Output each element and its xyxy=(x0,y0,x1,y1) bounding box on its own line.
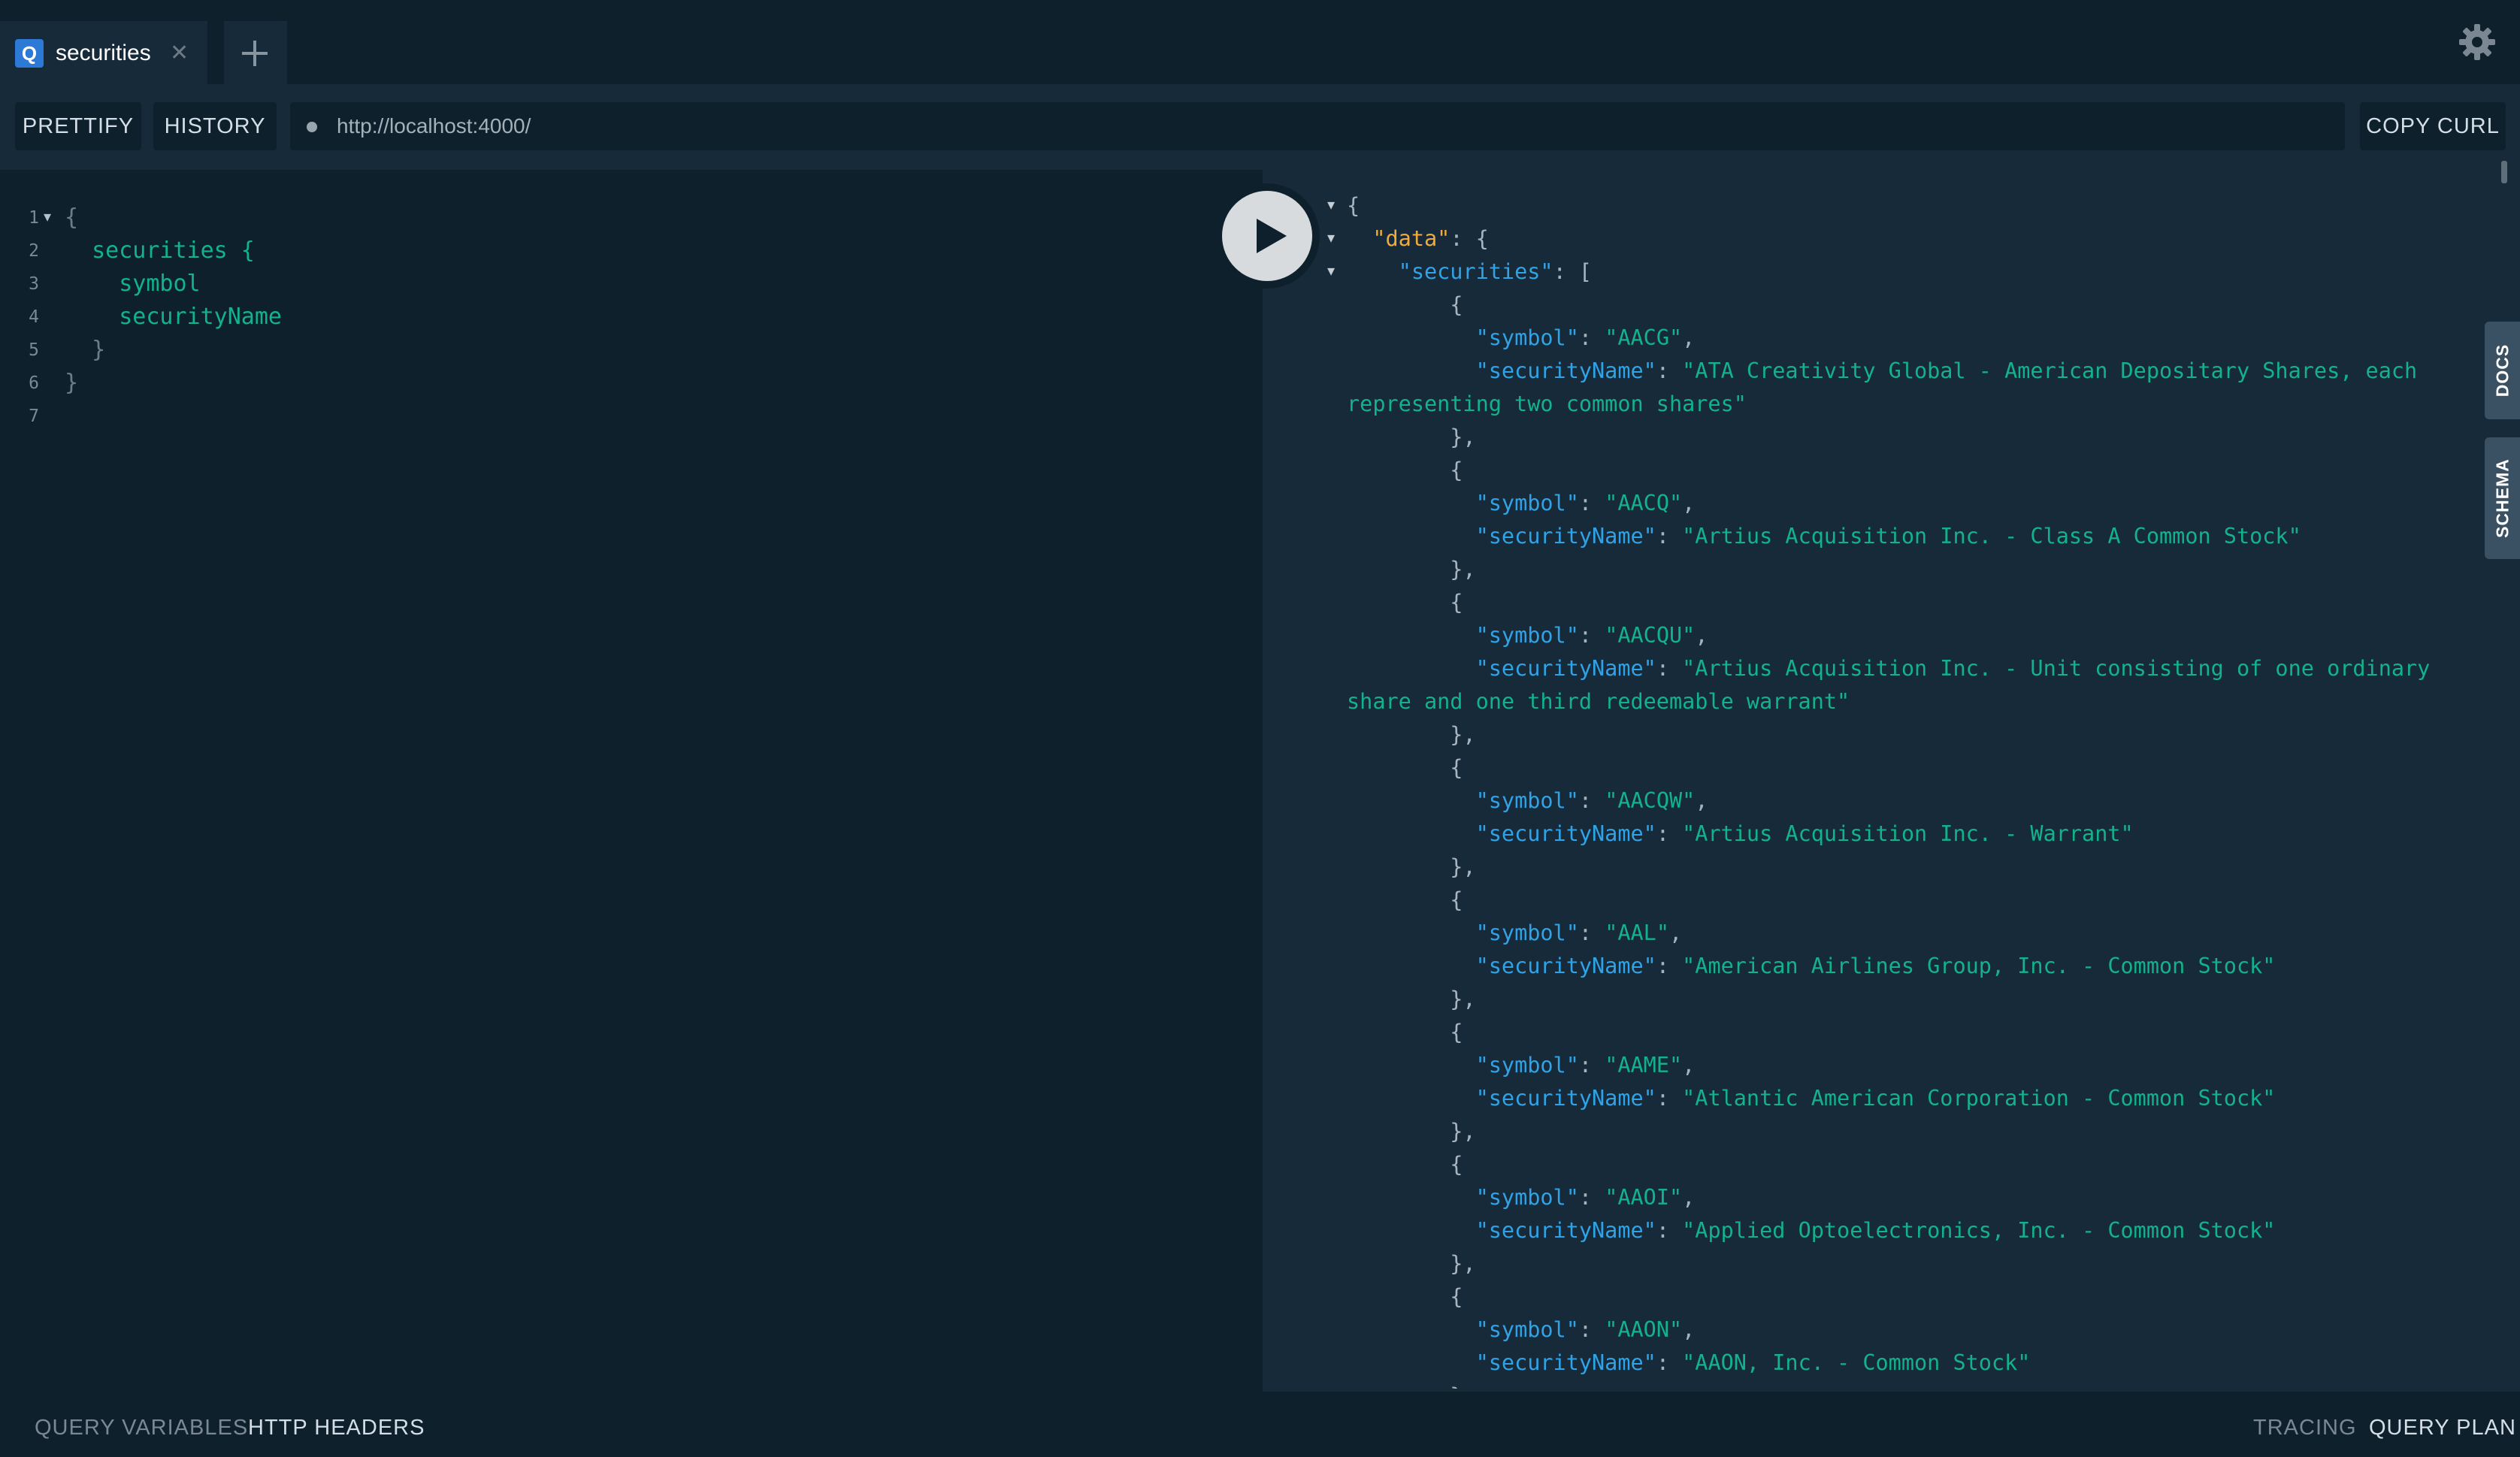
json-line: "securityName": "Artius Acquisition Inc.… xyxy=(1475,656,2431,681)
code-line[interactable]: { xyxy=(65,201,78,234)
json-line: "securityName": "Artius Acquisition Inc.… xyxy=(1475,524,2301,549)
query-variables-tab[interactable]: QUERY VARIABLES xyxy=(35,1413,248,1443)
json-line: "symbol": "AACG", xyxy=(1475,325,1696,350)
code-line[interactable]: securities { xyxy=(65,234,255,268)
security-name-value: "ATA Creativity Global - American Deposi… xyxy=(1682,358,2418,383)
security-name-value: "AAON, Inc. - Common Stock" xyxy=(1682,1350,2031,1375)
copy-curl-button[interactable]: COPY CURL xyxy=(2360,102,2506,150)
json-line: "symbol": "AACQW", xyxy=(1475,788,1708,813)
json-line: "securities": [ xyxy=(1398,259,1593,284)
data-key: data xyxy=(1385,226,1438,251)
symbol-value: "AAL" xyxy=(1605,920,1669,945)
json-line: }, xyxy=(1347,557,1476,582)
json-line: { xyxy=(1347,292,1463,317)
history-button[interactable]: HISTORY xyxy=(153,102,277,150)
securities-key: securities xyxy=(1411,259,1541,284)
tab-bar xyxy=(0,0,2520,84)
json-line: "data": { xyxy=(1372,226,1489,251)
symbol-value: "AACQW" xyxy=(1605,788,1696,813)
json-line: { xyxy=(1347,1284,1463,1309)
prettify-button[interactable]: PRETTIFY xyxy=(15,102,141,150)
json-line: "securityName": "Atlantic American Corpo… xyxy=(1475,1086,2276,1111)
json-line: share and one third redeemable warrant" xyxy=(1347,685,1850,718)
endpoint-url-input[interactable] xyxy=(290,102,2345,150)
schema-tab-label: SCHEMA xyxy=(2492,458,2512,538)
symbol-value: "AACQ" xyxy=(1605,491,1683,515)
json-line: { xyxy=(1347,458,1463,482)
fold-arrow-icon[interactable]: ▾ xyxy=(1327,228,1335,247)
json-line: { xyxy=(1347,887,1463,912)
symbol-value: "AACG" xyxy=(1605,325,1683,350)
fold-arrow-icon[interactable]: ▾ xyxy=(44,207,51,226)
json-line: }, xyxy=(1347,722,1476,747)
json-line: "symbol": "AAOI", xyxy=(1475,1185,1696,1210)
code-line[interactable]: } xyxy=(65,367,78,400)
tracing-tab[interactable]: TRACING xyxy=(2253,1413,2357,1443)
query-editor[interactable] xyxy=(0,170,1263,1392)
docs-tab[interactable]: DOCS xyxy=(2485,322,2520,419)
security-name-value: "Artius Acquisition Inc. - Class A Commo… xyxy=(1682,524,2301,549)
security-name-value: "Artius Acquisition Inc. - Warrant" xyxy=(1682,821,2134,846)
code-line[interactable]: securityName xyxy=(65,301,282,334)
json-line: }, xyxy=(1347,1380,1475,1389)
security-name-value: "American Airlines Group, Inc. - Common … xyxy=(1682,954,2276,978)
symbol-value: "AAOI" xyxy=(1605,1185,1683,1210)
code-line[interactable]: symbol xyxy=(65,268,200,301)
json-line: { xyxy=(1347,1020,1463,1044)
symbol-value: "AAON" xyxy=(1605,1317,1683,1342)
line-number: 1 xyxy=(29,208,39,228)
fold-arrow-icon[interactable]: ▾ xyxy=(1327,195,1335,214)
security-name-value: "Atlantic American Corporation - Common … xyxy=(1682,1086,2276,1111)
json-line: "symbol": "AACQU", xyxy=(1475,623,1708,648)
line-number: 4 xyxy=(29,307,39,327)
scrollbar[interactable] xyxy=(2501,161,2507,183)
symbol-value: "AAME" xyxy=(1605,1053,1683,1078)
result-json[interactable]: ▾ ▾ ▾ { "data": { "securities": [ { "sym… xyxy=(1263,189,2435,1389)
line-number: 6 xyxy=(29,373,39,393)
json-line: "symbol": "AAON", xyxy=(1475,1317,1696,1342)
tab-query-icon: Q xyxy=(15,39,44,68)
code-line[interactable]: } xyxy=(65,334,105,367)
line-number: 3 xyxy=(29,274,39,294)
close-icon[interactable]: ✕ xyxy=(170,38,189,69)
http-headers-tab[interactable]: HTTP HEADERS xyxy=(248,1413,425,1443)
json-line: representing two common shares" xyxy=(1347,388,1747,421)
schema-tab[interactable]: SCHEMA xyxy=(2485,437,2520,559)
play-icon[interactable] xyxy=(1257,219,1287,253)
json-line: "securityName": "ATA Creativity Global -… xyxy=(1475,358,2418,383)
json-line: }, xyxy=(1347,425,1476,449)
line-number: 7 xyxy=(29,407,39,426)
json-line: { xyxy=(1347,1152,1463,1177)
json-line: { xyxy=(1347,590,1463,615)
endpoint-url-text[interactable]: http://localhost:4000/ xyxy=(337,111,531,141)
tab-title[interactable]: securities xyxy=(56,38,151,69)
security-name-value-cont: share and one third redeemable warrant" xyxy=(1347,689,1850,714)
json-line: { xyxy=(1347,193,1360,218)
docs-tab-label: DOCS xyxy=(2492,343,2512,398)
json-line: "symbol": "AAL", xyxy=(1475,920,1683,945)
line-number: 2 xyxy=(29,241,39,261)
fold-arrow-icon[interactable]: ▾ xyxy=(1327,261,1335,280)
json-line: "symbol": "AAME", xyxy=(1475,1053,1696,1078)
json-line: "symbol": "AACQ", xyxy=(1475,491,1696,515)
json-line: { xyxy=(1347,755,1463,780)
json-line: }, xyxy=(1347,1119,1476,1144)
security-name-value: "Artius Acquisition Inc. - Unit consisti… xyxy=(1682,656,2431,681)
connection-status-dot xyxy=(307,122,317,132)
query-plan-tab[interactable]: QUERY PLAN xyxy=(2369,1413,2516,1443)
json-line: }, xyxy=(1347,854,1476,879)
plus-icon-vertical[interactable] xyxy=(253,41,256,66)
symbol-value: "AACQU" xyxy=(1605,623,1696,648)
json-line: }, xyxy=(1347,1251,1476,1276)
gear-icon[interactable] xyxy=(2458,23,2497,62)
json-line: "securityName": "Applied Optoelectronics… xyxy=(1475,1218,2276,1243)
line-number: 5 xyxy=(29,340,39,360)
json-line: "securityName": "American Airlines Group… xyxy=(1475,954,2276,978)
json-line: }, xyxy=(1347,987,1476,1011)
security-name-value-cont: representing two common shares" xyxy=(1347,391,1747,416)
json-line: "securityName": "AAON, Inc. - Common Sto… xyxy=(1475,1350,2031,1375)
security-name-value: "Applied Optoelectronics, Inc. - Common … xyxy=(1682,1218,2276,1243)
json-line: "securityName": "Artius Acquisition Inc.… xyxy=(1475,821,2134,846)
